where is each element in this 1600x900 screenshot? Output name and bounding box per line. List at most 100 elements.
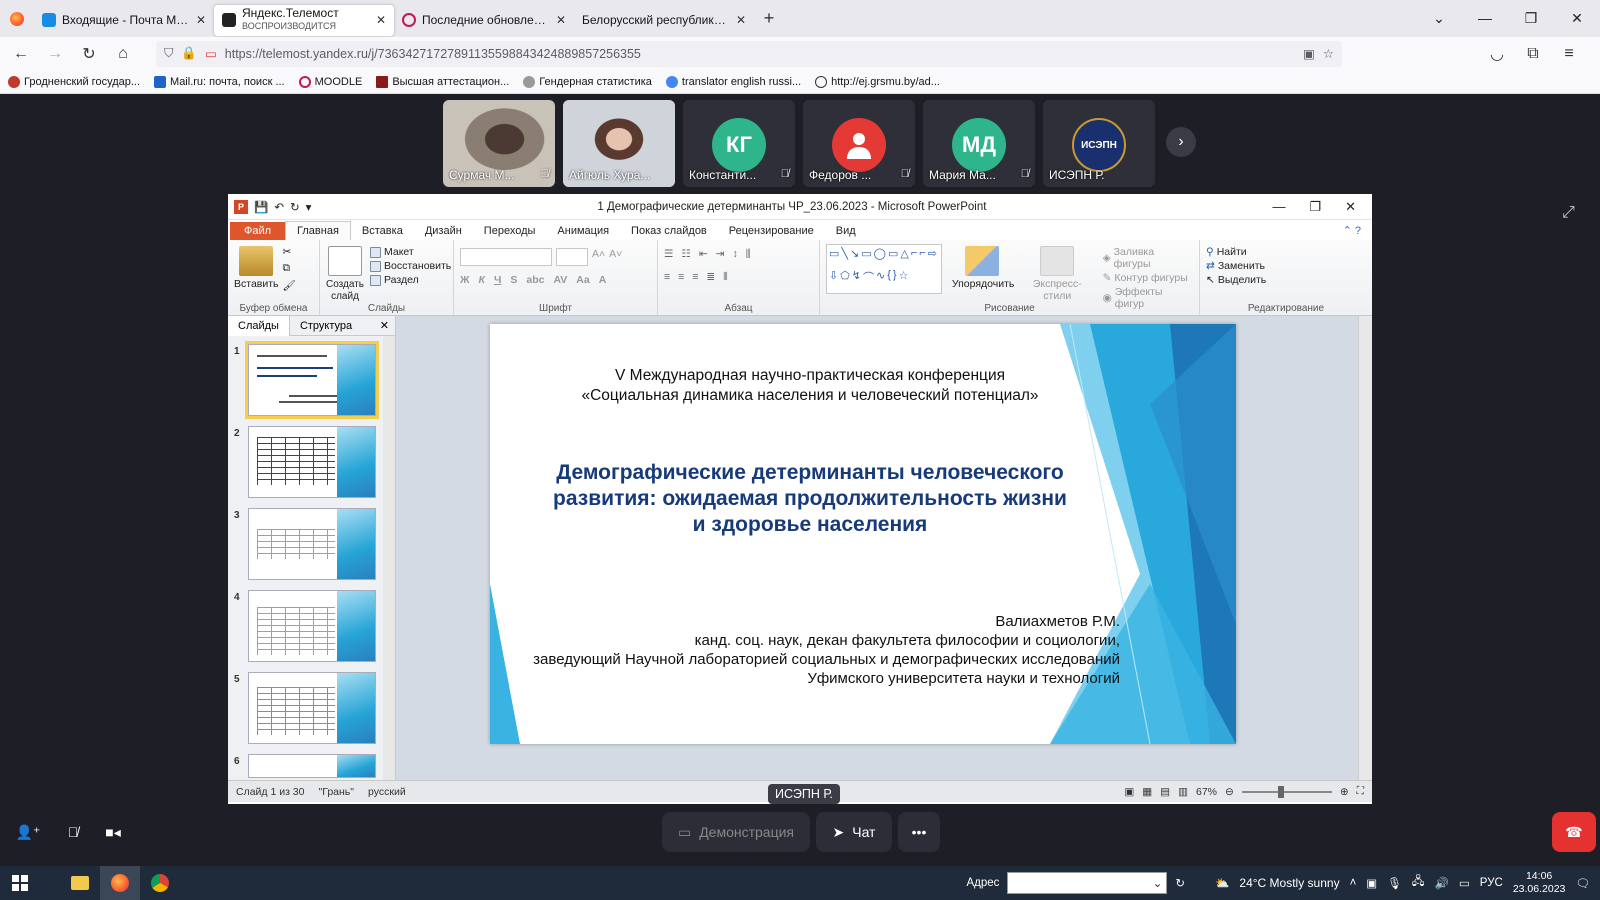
new-slide-button[interactable]: Создать слайд (326, 244, 364, 302)
font-color-icon[interactable]: A (599, 274, 607, 286)
tab-mail[interactable]: Входящие - Почта Mail.ru ✕ (34, 5, 214, 36)
shape-fill-button[interactable]: ◈ Заливка фигуры (1103, 246, 1193, 270)
participant-tile[interactable]: Федоров ... 🎙̸ (803, 100, 915, 187)
bookmark-item[interactable]: translator english russi... (665, 75, 801, 88)
chevron-up-icon[interactable]: ˄ (1350, 877, 1357, 889)
weather-text[interactable]: 24°C Mostly sunny (1239, 876, 1339, 890)
permissions-icon[interactable]: ▭ (205, 46, 217, 61)
device-icon[interactable]: ▣ (1366, 876, 1377, 890)
zoom-slider[interactable] (1241, 785, 1332, 798)
pocket-icon[interactable]: ◡ (1482, 40, 1512, 68)
camera-toggle-button[interactable]: ■◂ (96, 812, 130, 852)
file-explorer-icon[interactable] (60, 866, 100, 900)
zoom-in-icon[interactable]: ⊕ (1340, 786, 1349, 798)
restore-icon[interactable]: ❐ (1309, 199, 1321, 215)
align-right-icon[interactable]: ≡ (692, 271, 698, 284)
forward-icon[interactable]: → (40, 40, 70, 68)
increase-indent-icon[interactable]: ⇥ (716, 248, 725, 261)
bookmark-item[interactable]: http://ej.grsmu.by/ad... (815, 75, 940, 88)
end-call-button[interactable]: ☎ (1552, 812, 1596, 852)
case-icon[interactable]: Aa (576, 274, 589, 286)
screen-share-icon[interactable]: ▣ (1303, 46, 1315, 61)
add-participant-button[interactable]: 👤⁺ (8, 812, 48, 852)
numbering-icon[interactable]: ☷ (681, 248, 690, 261)
extensions-icon[interactable]: ⧉ (1518, 40, 1548, 68)
input-language[interactable]: РУС (1480, 877, 1503, 889)
redo-icon[interactable]: ↻ (290, 200, 300, 214)
quick-styles-button[interactable]: Экспресс-стили (1022, 244, 1093, 312)
bullets-icon[interactable]: ☰ (664, 248, 673, 261)
more-button[interactable]: ••• (898, 812, 940, 852)
tab-design[interactable]: Дизайн (414, 222, 473, 240)
close-tab-icon[interactable]: ✕ (196, 13, 206, 27)
firefox-menu-icon[interactable] (0, 0, 34, 37)
section-button[interactable]: Раздел (370, 274, 451, 286)
slide-scrollbar[interactable] (1358, 316, 1372, 780)
reload-icon[interactable]: ↻ (74, 40, 104, 68)
tab-outline[interactable]: Структура (290, 320, 362, 332)
columns-icon[interactable]: ⫼ (746, 248, 751, 261)
tab-list-icon[interactable]: ⌄ (1416, 10, 1462, 27)
close-tab-icon[interactable]: ✕ (736, 13, 746, 27)
bold-icon[interactable]: Ж (460, 274, 470, 286)
close-window-icon[interactable]: ✕ (1554, 10, 1600, 27)
copy-icon[interactable]: ⧉ (283, 262, 296, 275)
menu-icon[interactable]: ≡ (1554, 40, 1584, 68)
close-tab-icon[interactable]: ✕ (556, 13, 566, 27)
go-icon[interactable]: ↻ (1175, 876, 1185, 890)
network-icon[interactable]: 🖧 (1412, 874, 1425, 893)
find-button[interactable]: ⚲ Найти (1206, 246, 1366, 258)
start-icon[interactable] (0, 866, 40, 900)
reading-view-icon[interactable]: ▤ (1160, 786, 1170, 798)
line-spacing-icon[interactable]: ↕ (732, 248, 737, 261)
zoom-level[interactable]: 67% (1196, 786, 1217, 798)
decrease-indent-icon[interactable]: ⇤ (699, 248, 708, 261)
bookmark-item[interactable]: Гродненский государ... (8, 75, 140, 88)
mic-icon[interactable]: 🎙 (1387, 876, 1402, 890)
next-participants-icon[interactable]: › (1166, 127, 1196, 157)
fit-window-icon[interactable]: ⛶ (1357, 785, 1364, 798)
replace-button[interactable]: ⇄ Заменить (1206, 260, 1366, 272)
clock[interactable]: 14:06 23.06.2023 (1513, 870, 1566, 896)
minimize-icon[interactable]: — (1462, 10, 1508, 27)
select-button[interactable]: ↖ Выделить (1206, 274, 1366, 286)
reset-button[interactable]: Восстановить (370, 260, 451, 272)
slide-thumbnail[interactable] (248, 426, 376, 498)
spacing-icon[interactable]: AV (553, 274, 567, 286)
slide-thumbnail[interactable] (245, 341, 379, 419)
minimize-icon[interactable]: — (1272, 199, 1285, 215)
weather-icon[interactable]: ⛅ (1215, 876, 1229, 890)
format-painter-icon[interactable]: 🖌 (283, 279, 296, 292)
tab-belarus[interactable]: Белорусский республиканский ф ✕ (574, 5, 754, 36)
lock-icon[interactable]: 🔒 (181, 46, 197, 61)
bookmark-item[interactable]: MOODLE (298, 75, 362, 88)
fullscreen-icon[interactable]: ⤢ (1562, 204, 1575, 222)
screen-share-button[interactable]: ▭ Демонстрация (662, 812, 810, 852)
bookmark-item[interactable]: Гендерная статистика (523, 75, 652, 88)
url-bar[interactable]: ⛉ 🔒 ▭ https://telemost.yandex.ru/j/73634… (156, 40, 1342, 67)
tab-telemost[interactable]: Яндекс.Телемост ВОСПРОИЗВОДИТСЯ ✕ (214, 4, 394, 36)
arrange-button[interactable]: Упорядочить (952, 244, 1014, 312)
tab-animation[interactable]: Анимация (546, 222, 620, 240)
volume-icon[interactable]: 🔊 (1435, 876, 1449, 890)
underline-icon[interactable]: Ч (494, 274, 501, 286)
font-name-select[interactable] (460, 248, 552, 266)
tab-transitions[interactable]: Переходы (473, 222, 547, 240)
strikethrough-icon[interactable]: abc (526, 274, 544, 286)
back-icon[interactable]: ← (6, 40, 36, 68)
restore-icon[interactable]: ❐ (1508, 10, 1554, 27)
url-text[interactable]: https://telemost.yandex.ru/j/73634271727… (225, 47, 1295, 61)
slide-thumbnail[interactable] (248, 508, 376, 580)
slide-thumbnail[interactable] (248, 754, 376, 778)
participant-tile[interactable]: Сурмач М... 🎙̸ (443, 100, 555, 187)
chat-button[interactable]: ➤ Чат (816, 812, 892, 852)
new-tab-button[interactable]: + (754, 8, 784, 29)
close-tab-icon[interactable]: ✕ (376, 13, 386, 27)
chevron-down-icon[interactable]: ⌄ (1153, 876, 1163, 890)
chrome-icon[interactable] (140, 866, 180, 900)
shapes-gallery[interactable]: ▭ ╲ ↘ ▭ ◯ ▭ △ ⌐ ⌐ ⇨ ⇩ ⬠ ↯ ⌒ ∿{} ☆ (826, 244, 942, 294)
tab-view[interactable]: Вид (825, 222, 867, 240)
shrink-font-icon[interactable]: A˅ (609, 248, 622, 266)
sorter-view-icon[interactable]: ▦ (1142, 786, 1152, 798)
shape-outline-button[interactable]: ✎ Контур фигуры (1103, 272, 1193, 284)
